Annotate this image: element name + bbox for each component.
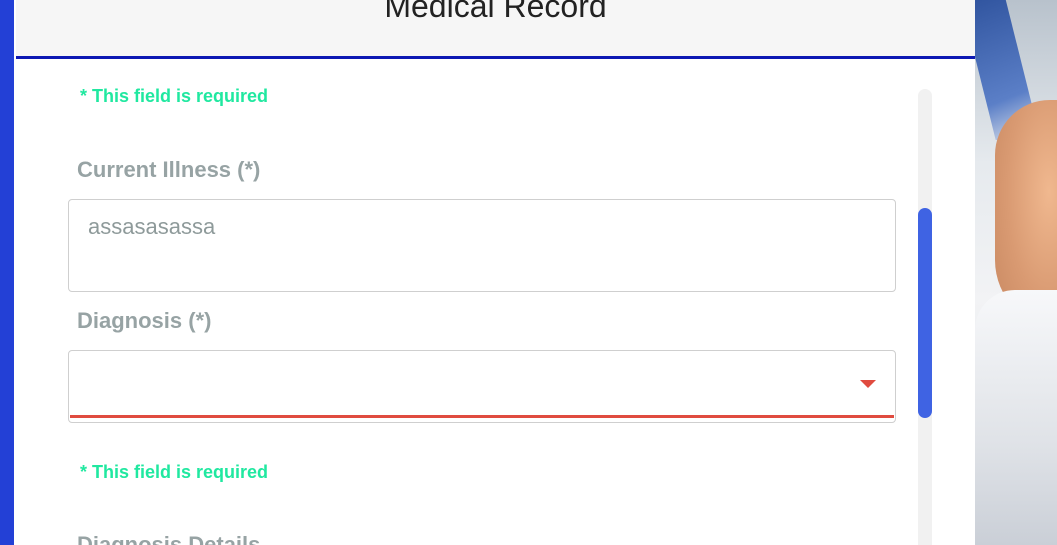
diagnosis-required-error: * This field is required bbox=[80, 462, 269, 482]
background-doctor-image bbox=[975, 0, 1057, 545]
diagnosis-label: Diagnosis (*) bbox=[77, 308, 212, 333]
diagnosis-select[interactable] bbox=[68, 350, 896, 423]
scrollbar-thumb[interactable] bbox=[918, 208, 932, 418]
modal-title: Medical Record bbox=[384, 0, 607, 24]
medical-record-modal: Medical Record * This field is required … bbox=[16, 0, 975, 545]
required-field-error: * This field is required bbox=[80, 86, 269, 106]
modal-header: Medical Record bbox=[16, 0, 975, 59]
background-sleeve-shape bbox=[975, 290, 1057, 545]
current-illness-label: Current Illness (*) bbox=[77, 157, 261, 182]
left-accent-bar bbox=[0, 0, 14, 545]
diagnosis-invalid-underline bbox=[70, 415, 894, 418]
current-illness-textarea[interactable]: assasasassa bbox=[68, 199, 896, 292]
diagnosis-details-label: Diagnosis Details bbox=[77, 532, 261, 545]
caret-down-icon[interactable] bbox=[860, 380, 876, 388]
